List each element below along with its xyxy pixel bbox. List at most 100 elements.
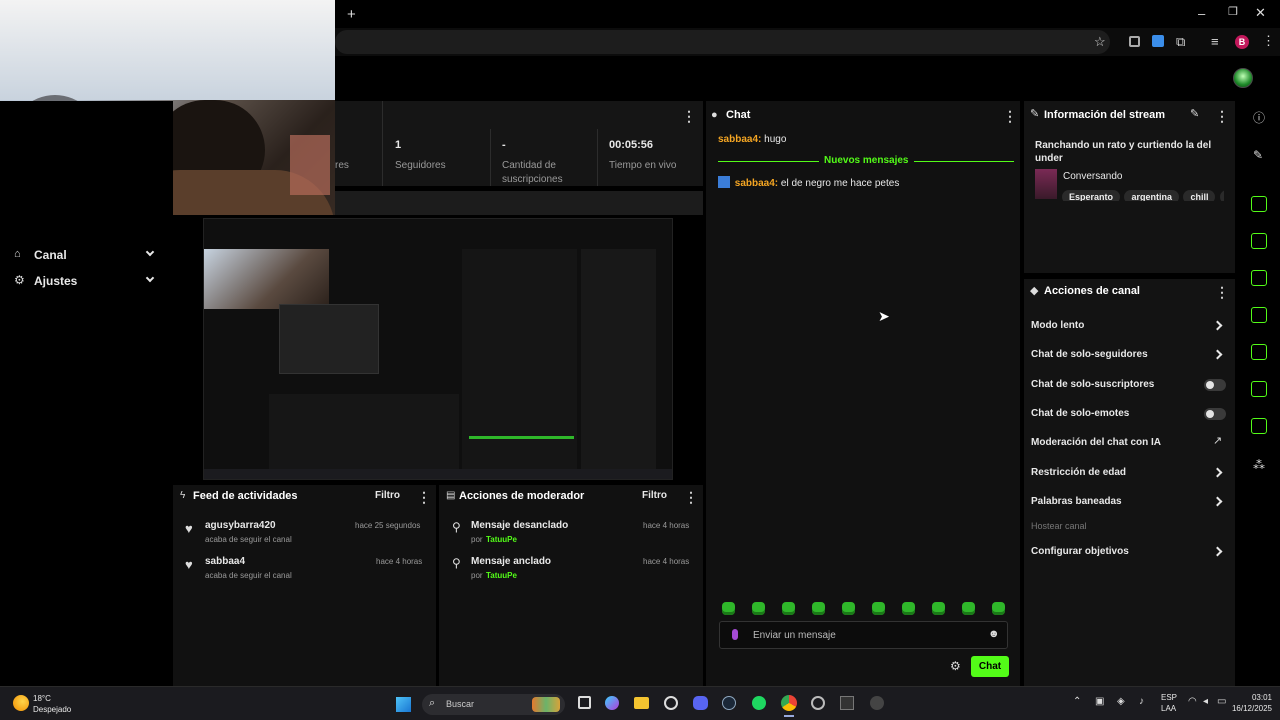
emote-icon[interactable]	[752, 602, 765, 615]
action-hostear-canal: Hostear canal	[1024, 517, 1235, 537]
tag[interactable]: Esperanto	[1062, 190, 1121, 201]
language-code[interactable]: ESP	[1161, 693, 1177, 702]
feed-detail: acaba de seguir el canal	[205, 535, 292, 544]
profile-avatar[interactable]: B	[1235, 35, 1249, 49]
mod-time: hace 4 horas	[643, 557, 690, 566]
category-name[interactable]: Conversando	[1063, 171, 1122, 182]
epic-games-icon[interactable]	[840, 696, 854, 710]
action-modo-lento[interactable]: Modo lento	[1024, 315, 1235, 337]
windows-start-icon[interactable]	[396, 697, 411, 712]
edit-icon[interactable]: ✎	[1190, 109, 1199, 120]
panel-toggle-icon[interactable]	[1251, 196, 1267, 212]
chrome-icon[interactable]	[781, 695, 797, 711]
obs-icon[interactable]	[664, 696, 678, 710]
app-icon[interactable]	[811, 696, 825, 710]
emote-icon[interactable]	[722, 602, 735, 615]
volume-icon[interactable]: ◂	[1203, 697, 1208, 707]
chat-settings-gear-icon[interactable]: ⚙	[950, 660, 961, 672]
clock-time[interactable]: 03:01	[1230, 693, 1272, 702]
mod-by-user[interactable]: TatuuPe	[486, 571, 517, 580]
action-label: Palabras baneadas	[1031, 496, 1122, 507]
file-explorer-icon[interactable]	[634, 697, 649, 709]
new-messages-label: Nuevos mensajes	[819, 155, 914, 166]
sidebar-item-canal[interactable]: ⌂ Canal	[14, 246, 164, 266]
taskbar-search[interactable]: ⌕ Buscar	[422, 694, 565, 715]
feed-user[interactable]: sabbaa4	[205, 556, 245, 567]
clock-date[interactable]: 16/12/2025	[1226, 704, 1272, 713]
emote-icon[interactable]	[962, 602, 975, 615]
action-configurar-objetivos[interactable]: Configurar objetivos	[1024, 541, 1235, 563]
new-tab-icon[interactable]: +	[347, 7, 356, 22]
discord-icon[interactable]	[693, 696, 708, 710]
followers-label: Seguidores	[395, 160, 446, 171]
emote-icon[interactable]	[782, 602, 795, 615]
chat-username[interactable]: sabbaa4:	[718, 134, 761, 145]
tag[interactable]: argentina	[1124, 190, 1179, 201]
lightning-icon[interactable]	[1251, 233, 1267, 249]
tray-icon[interactable]: ▣	[1095, 697, 1104, 707]
restore-icon[interactable]: ❐	[1228, 7, 1238, 18]
download-ext-icon[interactable]	[1152, 35, 1164, 47]
nodes-icon[interactable]: ⁂	[1253, 459, 1265, 471]
chat-icon[interactable]	[1251, 307, 1267, 323]
media-control-icon[interactable]: ≡	[1211, 35, 1219, 48]
emote-icon[interactable]	[872, 602, 885, 615]
extension-icon[interactable]	[1129, 36, 1140, 47]
mod-action: Mensaje anclado	[471, 556, 552, 567]
app-icon[interactable]	[870, 696, 884, 710]
document-icon[interactable]	[1251, 270, 1267, 286]
tray-icon[interactable]: ◈	[1117, 697, 1125, 707]
more-options-icon[interactable]: ⋮	[1215, 108, 1229, 125]
action-restriccion-edad[interactable]: Restricción de edad	[1024, 462, 1235, 484]
pencil-icon[interactable]: ✎	[1253, 149, 1263, 161]
bookmark-star-icon[interactable]: ☆	[1094, 35, 1106, 48]
tag[interactable]: unde	[1219, 190, 1224, 201]
chevron-up-icon[interactable]: ⌃	[1073, 697, 1081, 707]
more-options-icon[interactable]: ⋮	[684, 489, 698, 506]
feed-user[interactable]: agusybarra420	[205, 520, 276, 531]
subscribers-only-toggle[interactable]	[1204, 379, 1226, 391]
task-view-icon[interactable]	[578, 696, 591, 709]
wrench-icon[interactable]	[1251, 418, 1267, 434]
emoji-icon[interactable]: ☻	[988, 629, 1000, 640]
info-icon[interactable]: ⓘ	[1253, 112, 1265, 124]
microphone-tray-icon[interactable]: ♪	[1139, 697, 1144, 707]
emote-icon[interactable]	[842, 602, 855, 615]
puzzle-icon[interactable]: ⧉	[1176, 35, 1185, 48]
action-palabras-baneadas[interactable]: Palabras baneadas	[1024, 491, 1235, 513]
wifi-icon[interactable]: ◠	[1188, 697, 1197, 707]
weather-icon[interactable]	[13, 695, 29, 711]
microphone-icon[interactable]	[732, 629, 738, 640]
action-solo-seguidores[interactable]: Chat de solo-seguidores	[1024, 344, 1235, 366]
send-chat-button[interactable]: Chat	[971, 656, 1009, 677]
user-avatar-icon[interactable]	[1233, 68, 1253, 88]
emote-icon[interactable]	[932, 602, 945, 615]
tag[interactable]: chill	[1183, 190, 1216, 201]
filter-button[interactable]: Filtro	[375, 490, 400, 501]
chat-input[interactable]: Enviar un mensaje ☻	[719, 621, 1008, 649]
action-moderacion-ia[interactable]: Moderación del chat con IA ↗	[1024, 432, 1235, 454]
language-layout[interactable]: LAA	[1161, 704, 1176, 713]
address-bar[interactable]	[335, 30, 1110, 54]
layout-icon[interactable]	[1251, 381, 1267, 397]
more-options-icon[interactable]: ⋮	[1003, 108, 1017, 125]
subs-label: Cantidad de	[502, 160, 556, 171]
emotes-only-toggle[interactable]	[1204, 408, 1226, 420]
more-options-icon[interactable]: ⋮	[1215, 284, 1229, 301]
mod-by-user[interactable]: TatuuPe	[486, 535, 517, 544]
sidebar-item-ajustes[interactable]: ⚙ Ajustes	[14, 272, 164, 292]
spotify-icon[interactable]	[752, 696, 766, 710]
more-options-icon[interactable]: ⋮	[682, 108, 696, 125]
broadcast-icon[interactable]	[1251, 344, 1267, 360]
minimize-icon[interactable]: –	[1198, 7, 1205, 20]
copilot-icon[interactable]	[605, 696, 619, 710]
emote-icon[interactable]	[992, 602, 1005, 615]
filter-button[interactable]: Filtro	[642, 490, 667, 501]
browser-menu-icon[interactable]: ⋮	[1262, 34, 1275, 47]
chat-username[interactable]: sabbaa4:	[735, 178, 778, 189]
emote-icon[interactable]	[902, 602, 915, 615]
close-window-icon[interactable]: ✕	[1255, 6, 1266, 19]
steam-icon[interactable]	[722, 696, 736, 710]
more-options-icon[interactable]: ⋮	[417, 489, 431, 506]
emote-icon[interactable]	[812, 602, 825, 615]
